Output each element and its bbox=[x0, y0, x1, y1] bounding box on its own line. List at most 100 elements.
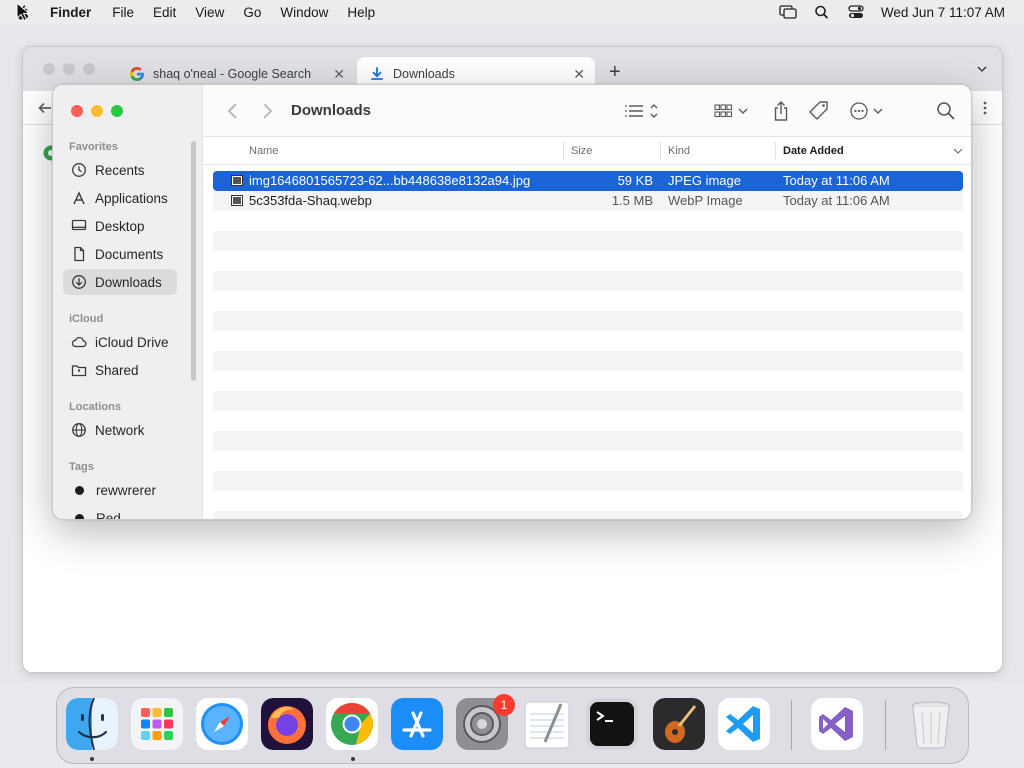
globe-icon bbox=[72, 423, 86, 437]
more-actions-icon[interactable] bbox=[849, 100, 889, 122]
sidebar-item-label: rewwrerer bbox=[96, 482, 157, 498]
back-arrow-icon[interactable] bbox=[37, 100, 53, 116]
share-icon[interactable] bbox=[771, 100, 791, 122]
sidebar-item-network[interactable]: Network bbox=[63, 417, 177, 443]
dock-chrome-icon[interactable] bbox=[326, 698, 378, 750]
sort-descending-icon[interactable] bbox=[953, 147, 963, 155]
file-name: 5c353fda-Shaq.webp bbox=[249, 193, 372, 208]
desktop-icon bbox=[71, 219, 87, 231]
sidebar-scrollbar[interactable] bbox=[191, 141, 196, 381]
empty-row-stripe bbox=[213, 231, 963, 251]
close-window-button[interactable] bbox=[71, 105, 83, 117]
forward-chevron-icon[interactable] bbox=[259, 102, 275, 120]
dock-textedit-icon[interactable] bbox=[521, 698, 573, 750]
chrome-tab-label: Downloads bbox=[393, 67, 455, 81]
google-icon bbox=[130, 67, 144, 81]
tag-icon[interactable] bbox=[807, 100, 831, 122]
sidebar-item-icloud-drive[interactable]: iCloud Drive bbox=[63, 329, 177, 355]
sidebar-item-recents[interactable]: Recents bbox=[63, 157, 177, 183]
empty-row-stripe bbox=[213, 311, 963, 331]
sidebar-item-label: iCloud Drive bbox=[95, 334, 169, 350]
empty-row-stripe bbox=[213, 391, 963, 411]
dock-launchpad-icon[interactable] bbox=[131, 698, 183, 750]
control-center-icon[interactable] bbox=[847, 5, 865, 19]
new-tab-plus-icon[interactable]: + bbox=[609, 61, 621, 84]
empty-row-stripe bbox=[213, 431, 963, 451]
chrome-zoom-button[interactable] bbox=[83, 63, 95, 75]
file-row-webp[interactable]: 5c353fda-Shaq.webp 1.5 MB WebP Image Tod… bbox=[213, 191, 963, 211]
dock-firefox-icon[interactable] bbox=[261, 698, 313, 750]
file-row-jpg[interactable]: img1646801565723-62...bb448638e8132a94.j… bbox=[213, 171, 963, 191]
menu-clock[interactable]: Wed Jun 7 11:07 AM bbox=[881, 5, 1005, 20]
file-size: 59 KB bbox=[617, 173, 653, 188]
window-controls bbox=[71, 105, 131, 117]
column-date-added[interactable]: Date Added bbox=[783, 145, 844, 157]
sidebar-tag-rewwrerer[interactable]: rewwrerer bbox=[63, 477, 177, 503]
more-vertical-icon[interactable] bbox=[982, 100, 988, 116]
zoom-window-button[interactable] bbox=[111, 105, 123, 117]
close-icon[interactable]: ✕ bbox=[333, 66, 345, 83]
dock-running-indicator bbox=[90, 757, 94, 761]
dock-running-indicator bbox=[351, 757, 355, 761]
file-kind: JPEG image bbox=[668, 173, 741, 188]
menu-edit[interactable]: Edit bbox=[153, 5, 176, 20]
search-icon[interactable] bbox=[935, 100, 957, 122]
column-name[interactable]: Name bbox=[249, 145, 278, 157]
sidebar-section-favorites: Favorites bbox=[69, 141, 118, 153]
dock-app-store-icon[interactable] bbox=[391, 698, 443, 750]
tab-search-chevron-icon[interactable] bbox=[976, 63, 988, 75]
dock-garageband-icon[interactable] bbox=[653, 698, 705, 750]
sidebar-item-desktop[interactable]: Desktop bbox=[63, 213, 177, 239]
dock-visual-studio-icon[interactable] bbox=[811, 698, 863, 750]
dock-finder-icon[interactable] bbox=[66, 698, 118, 750]
empty-row-stripe bbox=[213, 351, 963, 371]
sidebar-item-applications[interactable]: Applications bbox=[63, 185, 177, 211]
menu-app-name[interactable]: Finder bbox=[50, 5, 91, 20]
sidebar-item-label: Applications bbox=[95, 190, 168, 206]
sidebar-item-label: Desktop bbox=[95, 218, 145, 234]
clock-icon bbox=[72, 163, 86, 177]
sidebar-item-shared[interactable]: Shared bbox=[63, 357, 177, 383]
sidebar-tag-red[interactable]: Red bbox=[63, 505, 177, 519]
window-title: Downloads bbox=[291, 102, 372, 119]
group-grid-icon[interactable] bbox=[713, 100, 751, 122]
spotlight-search-icon[interactable] bbox=[813, 5, 831, 19]
minimize-window-button[interactable] bbox=[91, 105, 103, 117]
finder-toolbar: Downloads bbox=[203, 85, 971, 137]
list-view-icon[interactable] bbox=[623, 100, 661, 122]
empty-row-stripe bbox=[213, 271, 963, 291]
dock-separator bbox=[885, 700, 886, 750]
menu-file[interactable]: File bbox=[112, 5, 134, 20]
sidebar-item-label: Downloads bbox=[95, 274, 162, 290]
dock-trash-icon[interactable] bbox=[905, 698, 957, 750]
dock-safari-icon[interactable] bbox=[196, 698, 248, 750]
empty-row-stripe bbox=[213, 471, 963, 491]
column-divider[interactable] bbox=[563, 142, 564, 160]
sidebar-item-documents[interactable]: Documents bbox=[63, 241, 177, 267]
menu-view[interactable]: View bbox=[195, 5, 224, 20]
menu-bar: Finder File Edit View Go Window Help Wed… bbox=[0, 0, 1024, 24]
screen-mirroring-icon[interactable] bbox=[779, 5, 797, 19]
chrome-close-button[interactable] bbox=[43, 63, 55, 75]
dock-terminal-icon[interactable] bbox=[586, 698, 638, 750]
image-file-icon bbox=[231, 175, 243, 186]
notification-badge: 1 bbox=[493, 694, 515, 716]
column-kind[interactable]: Kind bbox=[668, 145, 690, 157]
sidebar-item-label: Documents bbox=[95, 246, 164, 262]
menu-help[interactable]: Help bbox=[347, 5, 375, 20]
image-file-icon bbox=[231, 195, 243, 206]
chrome-minimize-button[interactable] bbox=[63, 63, 75, 75]
close-icon[interactable]: ✕ bbox=[573, 66, 585, 83]
download-circle-icon bbox=[72, 275, 86, 289]
column-divider[interactable] bbox=[775, 142, 776, 160]
column-size[interactable]: Size bbox=[571, 145, 592, 157]
column-divider[interactable] bbox=[660, 142, 661, 160]
back-chevron-icon[interactable] bbox=[225, 102, 241, 120]
sidebar-item-downloads[interactable]: Downloads bbox=[63, 269, 177, 295]
menu-go[interactable]: Go bbox=[243, 5, 261, 20]
sidebar-item-label: Recents bbox=[95, 162, 145, 178]
menu-window[interactable]: Window bbox=[280, 5, 328, 20]
column-header: Name Size Kind Date Added bbox=[203, 137, 971, 165]
file-size: 1.5 MB bbox=[611, 193, 653, 208]
dock-vscode-icon[interactable] bbox=[718, 698, 770, 750]
